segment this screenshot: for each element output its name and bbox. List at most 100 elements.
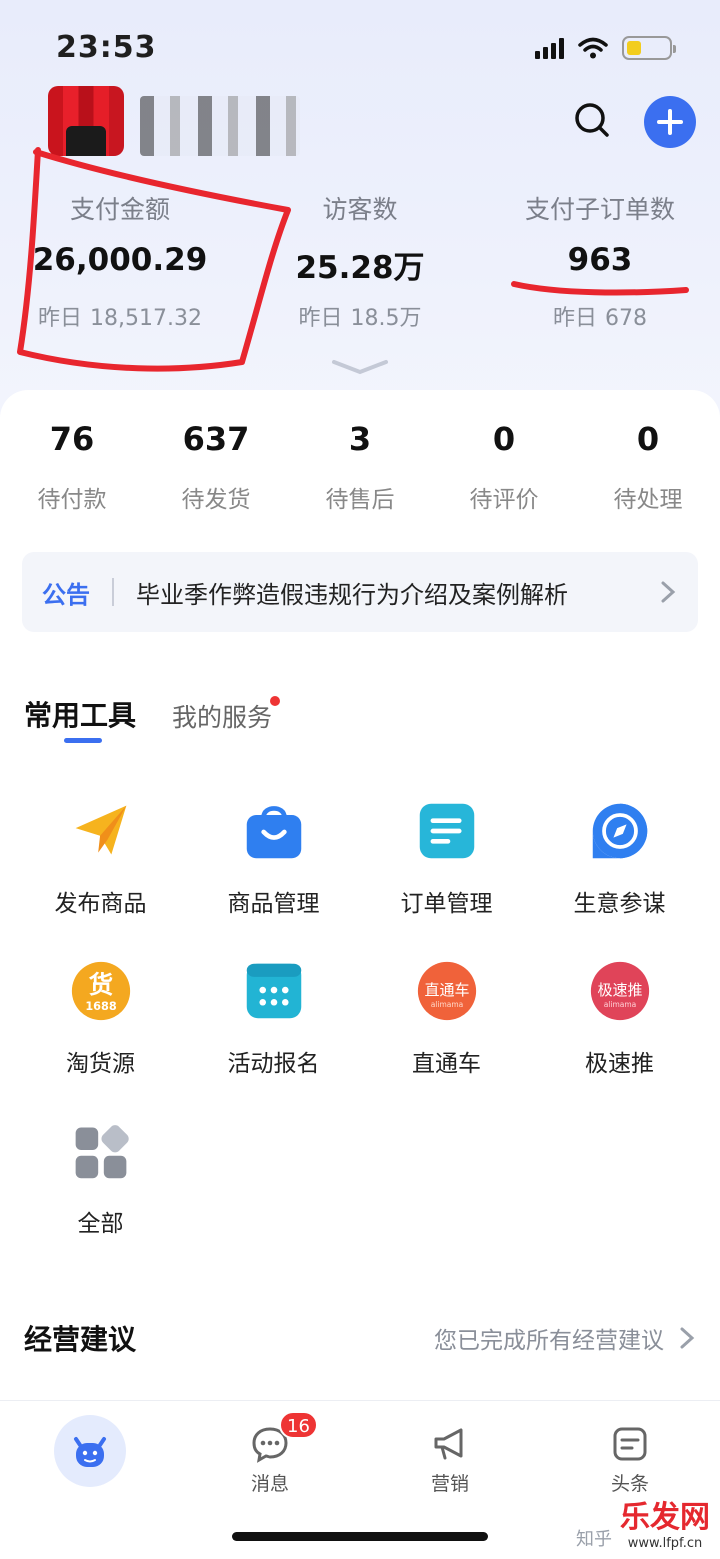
tool-label: 商品管理: [227, 891, 320, 917]
order-label: 待处理: [613, 487, 683, 513]
shop-avatar[interactable]: [48, 86, 124, 156]
nav-label: 营销: [430, 1473, 469, 1495]
calendar-icon: [246, 963, 301, 1019]
wifi-icon: [578, 37, 608, 59]
notice-divider: [112, 578, 114, 606]
nav-label: 消息: [250, 1473, 289, 1495]
tool-product-management[interactable]: 商品管理: [187, 800, 360, 918]
shop-name: [140, 96, 300, 156]
compass-icon: [592, 803, 647, 859]
metrics-row: 支付金额 26,000.29 昨日 18,517.32 访客数 25.28万 昨日…: [0, 190, 720, 332]
tool-label: 订单管理: [400, 891, 493, 917]
tool-label: 活动报名: [227, 1051, 320, 1077]
nav-home[interactable]: [54, 1415, 126, 1487]
order-pending-process[interactable]: 0 待处理: [576, 420, 720, 514]
nav-messages[interactable]: 16 消息: [220, 1411, 320, 1496]
metric-value: 963: [567, 242, 633, 278]
order-count: 0: [636, 420, 660, 458]
metric-paid-suborders[interactable]: 支付子订单数 963 昨日 678: [480, 190, 720, 332]
yesterday-value: 18,517.32: [90, 306, 202, 331]
metric-value: 26,000.29: [32, 242, 208, 278]
tool-order-management[interactable]: 订单管理: [360, 800, 533, 918]
yesterday-value: 18.5万: [350, 306, 422, 331]
tool-publish-product[interactable]: 发布商品: [14, 800, 187, 918]
nav-marketing[interactable]: 营销: [400, 1425, 500, 1496]
icon-subtext: alimama: [603, 1000, 636, 1009]
metric-yesterday: 昨日 678: [480, 300, 720, 332]
tool-business-advisor[interactable]: 生意参谋: [533, 800, 706, 918]
metric-label: 支付金额: [69, 195, 170, 224]
shopping-bag-icon: [246, 806, 301, 859]
megaphone-icon: [434, 1428, 463, 1460]
metric-visitors[interactable]: 访客数 25.28万 昨日 18.5万: [240, 190, 480, 332]
watermark-logo-text: 乐发网: [620, 1500, 710, 1535]
chevron-right-icon: [680, 1327, 695, 1349]
cellular-signal-icon: [535, 37, 564, 59]
tool-label: 淘货源: [66, 1051, 135, 1077]
advice-status: 您已完成所有经营建议: [434, 1328, 664, 1354]
metric-label: 支付子订单数: [524, 195, 675, 224]
metric-value: 25.28万: [295, 250, 425, 286]
business-advice-row[interactable]: 经营建议 您已完成所有经营建议: [24, 1318, 696, 1358]
chevron-down-icon[interactable]: [330, 358, 390, 376]
icon-text: 直通车: [424, 981, 469, 999]
grid-all-icon: [75, 1125, 129, 1179]
tool-ztc[interactable]: 直通车 alimama 直通车: [360, 960, 533, 1078]
tab-my-services[interactable]: 我的服务: [172, 696, 281, 734]
tool-sourcing[interactable]: 货 1688 淘货源: [14, 960, 187, 1078]
yesterday-label: 昨日: [298, 306, 343, 331]
icon-subtext: 1688: [85, 1000, 117, 1013]
tool-label: 发布商品: [54, 891, 147, 917]
order-count: 0: [492, 420, 516, 458]
tool-label: 极速推: [585, 1051, 654, 1077]
tool-label: 全部: [77, 1211, 124, 1237]
message-badge: 16: [279, 1411, 318, 1439]
notice-tag: 公告: [42, 580, 90, 609]
order-status-row: 76 待付款 637 待发货 3 待售后 0 待评价 0 待处理: [0, 420, 720, 514]
order-after-sales[interactable]: 3 待售后: [288, 420, 432, 514]
status-time: 23:53: [56, 30, 157, 65]
metric-payment-amount[interactable]: 支付金额 26,000.29 昨日 18,517.32: [0, 190, 240, 332]
yesterday-label: 昨日: [552, 306, 597, 331]
document-list-icon: [419, 803, 474, 859]
order-label: 待售后: [325, 487, 395, 513]
tool-jst[interactable]: 极速推 alimama 极速推: [533, 960, 706, 1078]
tool-label: 直通车: [412, 1051, 481, 1077]
search-icon[interactable]: [572, 100, 612, 140]
notice-banner[interactable]: 公告 毕业季作弊造假违规行为介绍及案例解析: [22, 552, 698, 632]
order-label: 待付款: [37, 487, 107, 513]
order-pending-review[interactable]: 0 待评价: [432, 420, 576, 514]
nav-headlines[interactable]: 头条: [580, 1425, 680, 1496]
add-button[interactable]: [644, 96, 696, 148]
chevron-right-icon: [661, 581, 676, 603]
tool-label: 生意参谋: [573, 891, 666, 917]
status-icons: [535, 36, 676, 60]
watermark-logo: 乐发网 www.lfpf.cn: [620, 1492, 710, 1551]
watermark-text: 知乎: [576, 1529, 612, 1550]
order-count: 3: [348, 420, 372, 458]
article-icon: [613, 1427, 647, 1461]
order-pending-payment[interactable]: 76 待付款: [0, 420, 144, 514]
notification-dot: [270, 696, 281, 706]
order-count: 637: [182, 420, 250, 458]
tool-all[interactable]: 全部: [14, 1120, 187, 1238]
tab-label: 我的服务: [172, 703, 273, 732]
battery-icon: [622, 36, 676, 60]
icon-subtext: alimama: [430, 1000, 463, 1009]
advice-title: 经营建议: [24, 1323, 137, 1356]
yesterday-label: 昨日: [38, 306, 83, 331]
tool-event-signup[interactable]: 活动报名: [187, 960, 360, 1078]
watermark-url: www.lfpf.cn: [627, 1536, 703, 1551]
tab-common-tools[interactable]: 常用工具: [24, 694, 137, 743]
watermark: 知乎 乐发网 www.lfpf.cn: [576, 1492, 710, 1551]
order-pending-shipment[interactable]: 637 待发货: [144, 420, 288, 514]
tab-indicator: [64, 738, 102, 743]
metric-label: 访客数: [322, 195, 398, 224]
order-label: 待发货: [181, 487, 251, 513]
status-bar: 23:53: [0, 0, 720, 90]
tab-label: 常用工具: [24, 699, 137, 732]
plus-icon: [657, 109, 683, 135]
bull-mascot-icon: [74, 1437, 106, 1467]
icon-text: 货: [88, 970, 112, 999]
order-label: 待评价: [469, 487, 539, 513]
